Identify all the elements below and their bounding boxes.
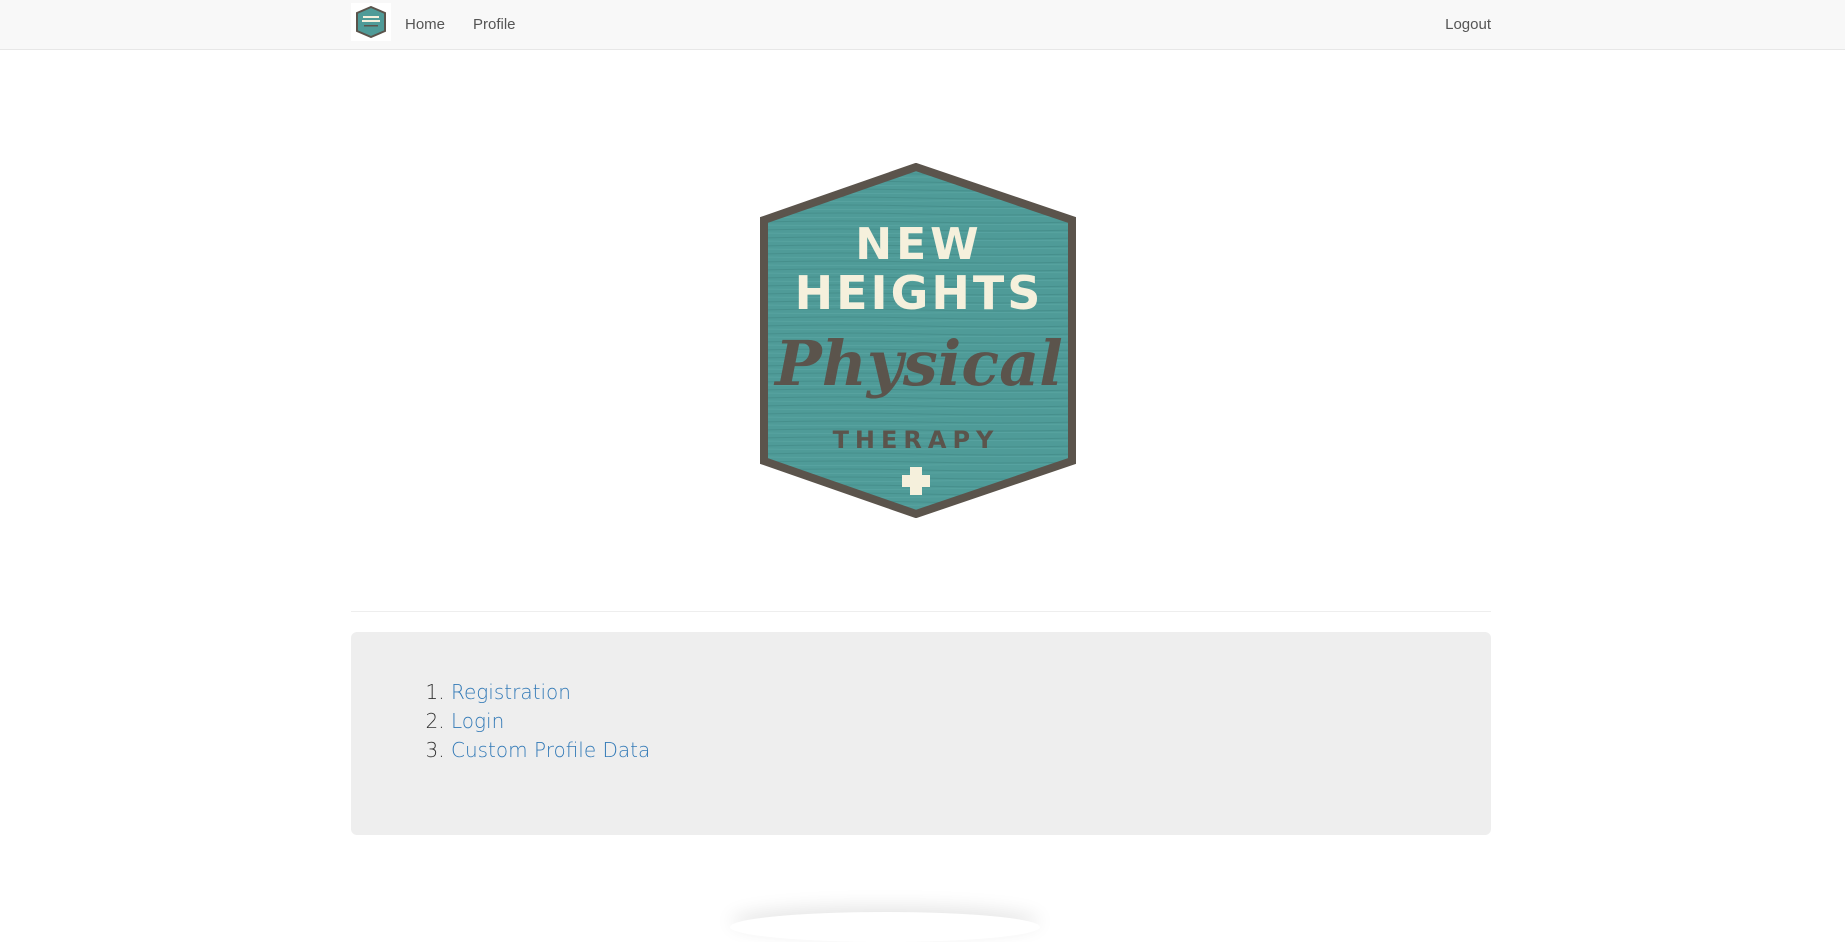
nav-profile-link[interactable]: Profile (473, 0, 516, 50)
new-heights-badge-icon (356, 6, 386, 38)
logo-word-physical: Physical (773, 327, 1063, 400)
navbar-container: Home Profile Logout (351, 0, 1491, 50)
list-item: Registration (451, 678, 650, 707)
brand-logo[interactable] (351, 3, 391, 41)
top-navbar: Home Profile Logout (0, 0, 1845, 50)
new-heights-logo: NEW HEIGHTS Physical THERAPY (760, 163, 1076, 518)
list-item: Custom Profile Data (451, 736, 650, 765)
list-item: Login (451, 707, 650, 736)
links-panel: Registration Login Custom Profile Data (351, 632, 1491, 835)
logo-word-new: NEW (855, 219, 982, 270)
nav-home-link[interactable]: Home (405, 0, 445, 50)
logo-word-therapy: THERAPY (833, 426, 1000, 454)
bottom-shadow (730, 912, 1040, 942)
nav-logout-link[interactable]: Logout (1445, 0, 1491, 50)
section-divider (351, 611, 1491, 612)
login-link[interactable]: Login (451, 709, 504, 733)
links-list: Registration Login Custom Profile Data (426, 678, 650, 765)
custom-profile-data-link[interactable]: Custom Profile Data (451, 738, 650, 762)
logo-word-heights: HEIGHTS (795, 266, 1044, 320)
registration-link[interactable]: Registration (451, 680, 571, 704)
